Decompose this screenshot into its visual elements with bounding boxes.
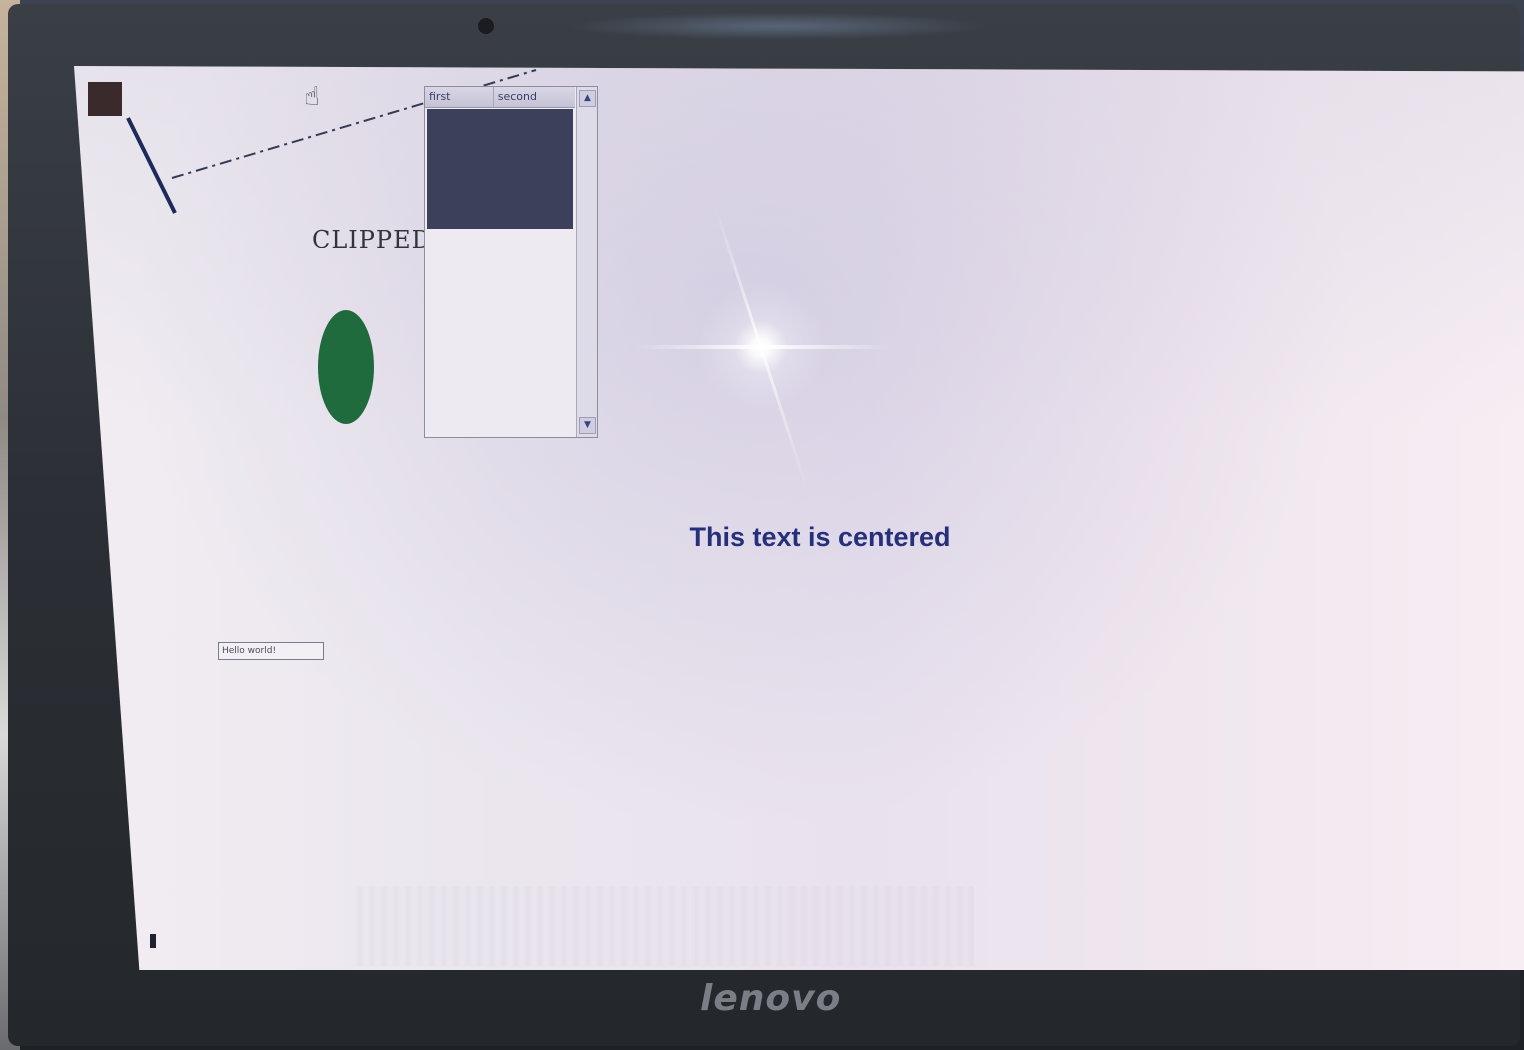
solid-diagonal-line [126,117,177,214]
screen-reflection [354,886,974,966]
scroll-up-arrow-icon[interactable]: ▲ [579,90,596,107]
webcam-icon [478,18,494,34]
multi-column-listbox[interactable]: first second ▲ ▼ [424,86,598,438]
light-glare-ray [634,345,894,349]
lenovo-logo: lenovo [700,978,842,1019]
column-header-second[interactable]: second [494,87,575,107]
laptop-screen: ☝ CLIPPED first second ▲ ▼ This text is … [74,66,1524,970]
scroll-down-arrow-icon[interactable]: ▼ [579,417,596,434]
green-ellipse-shape [318,310,374,424]
hand-pointer-icon: ☝ [304,82,320,112]
centered-label: This text is centered [689,522,951,552]
listbox-header: first second [425,87,575,108]
clipped-label: CLIPPED [312,226,424,248]
column-header-first[interactable]: first [425,87,494,107]
hello-text-input[interactable] [218,642,324,660]
photo-background: ☝ CLIPPED first second ▲ ▼ This text is … [0,0,1524,1050]
listbox-scrollbar[interactable]: ▲ ▼ [576,87,597,437]
camera-glow [568,12,988,40]
text-caret [150,934,156,948]
listbox-selected-row[interactable] [427,109,573,229]
